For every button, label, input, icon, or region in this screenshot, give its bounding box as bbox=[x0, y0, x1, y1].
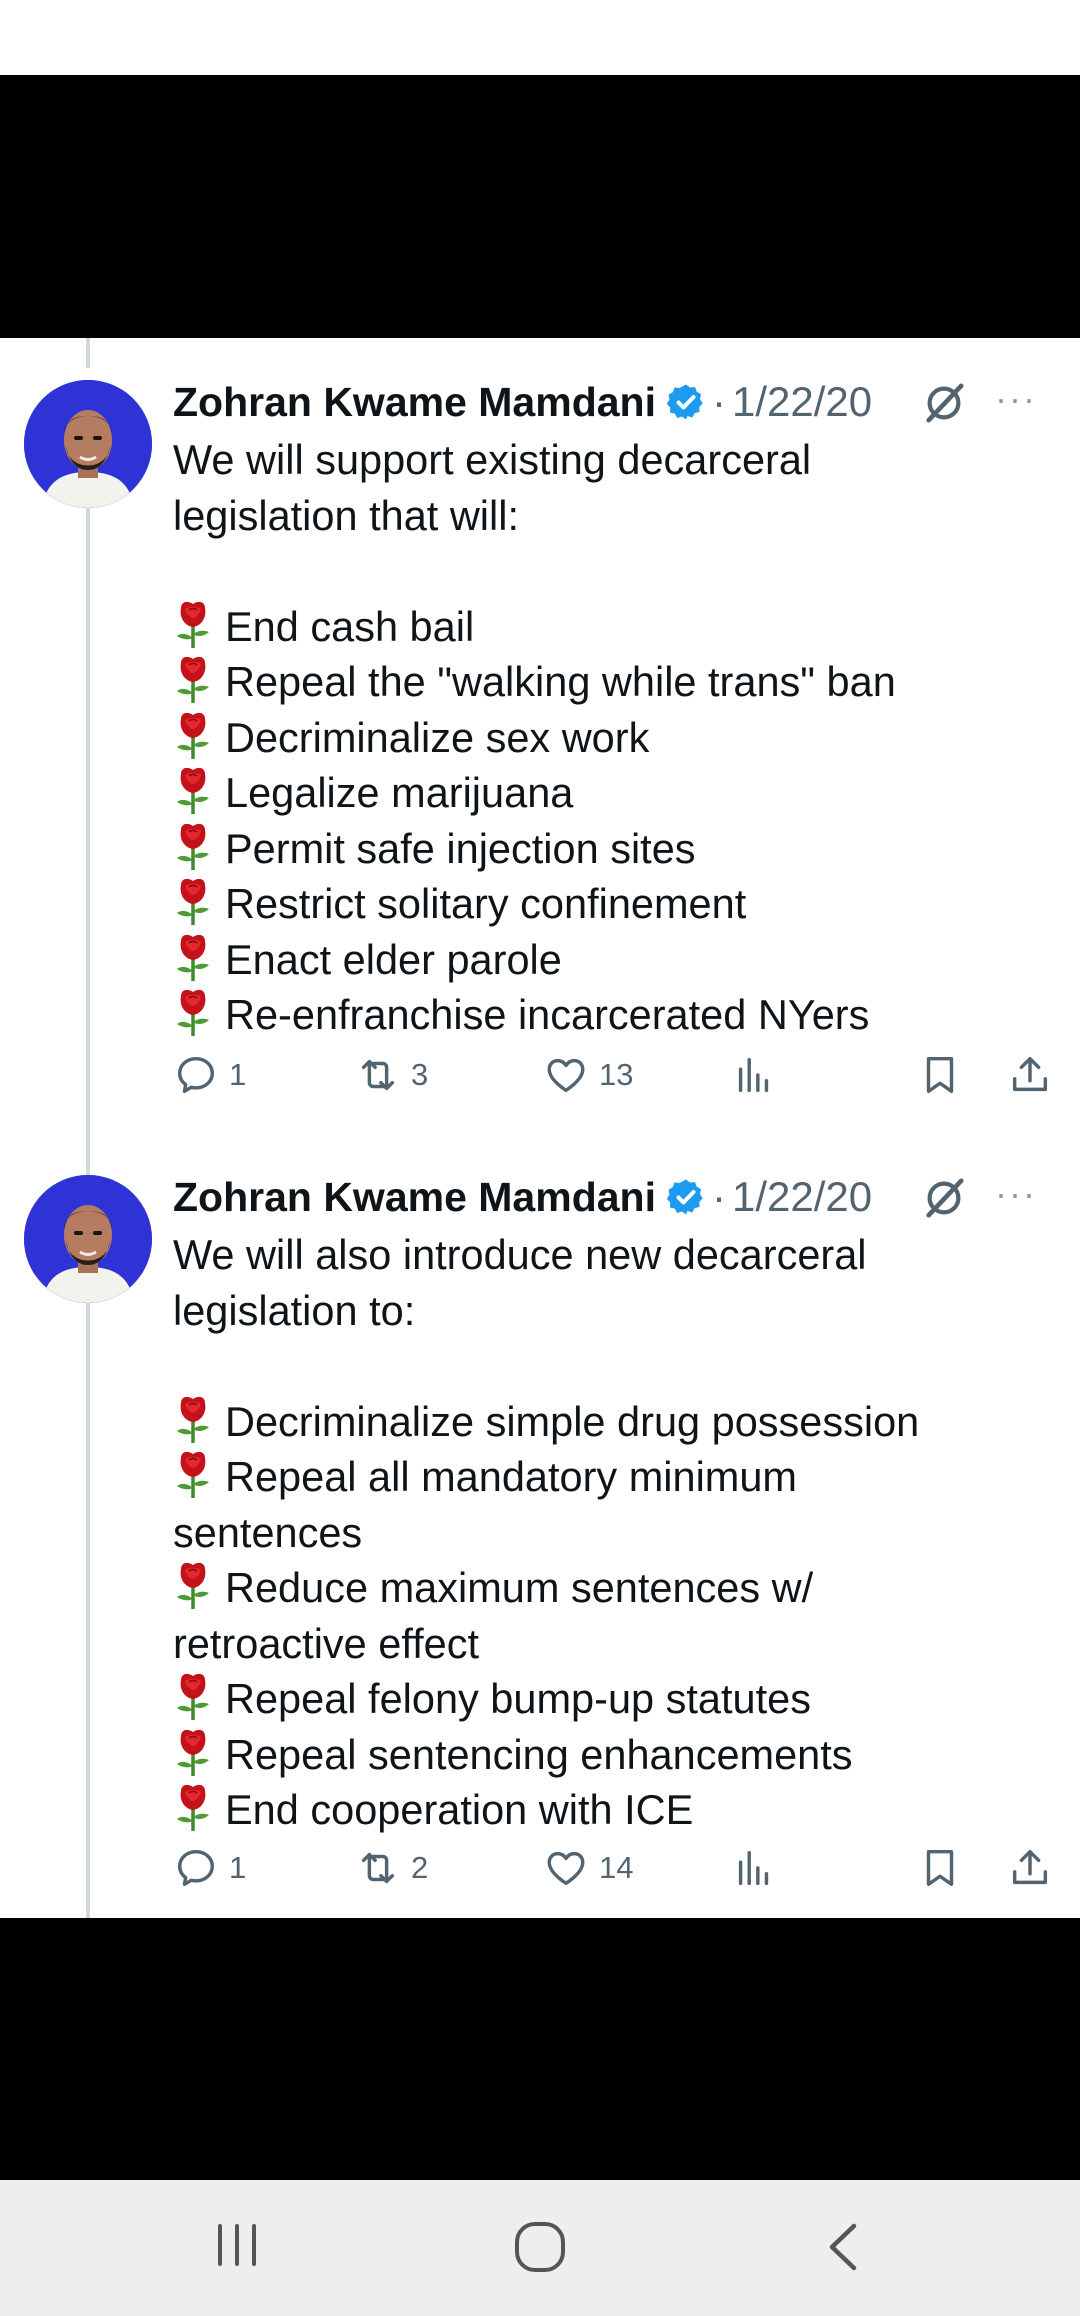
list-item: Repeal sentencing enhancements bbox=[173, 1727, 1053, 1783]
text-line bbox=[173, 1338, 1053, 1394]
reply-button[interactable]: 1 bbox=[173, 1052, 246, 1098]
views-button[interactable] bbox=[731, 1052, 777, 1098]
verified-badge-icon bbox=[666, 1179, 703, 1215]
rose-emoji bbox=[173, 766, 213, 816]
text-line: We will also introduce new decarceral bbox=[173, 1231, 867, 1278]
separator-dot: · bbox=[711, 1173, 726, 1220]
status-bar-area bbox=[0, 0, 1080, 75]
list-item: Repeal all mandatory minimum bbox=[173, 1449, 1053, 1505]
text-line: retroactive effect bbox=[173, 1619, 480, 1667]
author-name[interactable]: Zohran Kwame Mamdani bbox=[173, 379, 656, 426]
share-icon bbox=[1012, 1056, 1048, 1092]
reply-button[interactable]: 1 bbox=[173, 1845, 246, 1891]
black-letterbox-bottom bbox=[0, 1918, 1080, 2180]
recent-apps-icon[interactable] bbox=[212, 2220, 262, 2270]
list-item: End cash bail bbox=[173, 599, 1053, 655]
reply-icon bbox=[177, 1849, 215, 1887]
rose-emoji bbox=[173, 600, 213, 650]
back-icon[interactable] bbox=[822, 2220, 862, 2274]
rose-emoji bbox=[173, 1561, 213, 1611]
author-name[interactable]: Zohran Kwame Mamdani bbox=[173, 1174, 656, 1221]
list-item: Permit safe injection sites bbox=[173, 821, 1053, 877]
verified-badge-icon bbox=[666, 384, 703, 420]
tweet-1[interactable]: Zohran Kwame Mamdani · 1/22/20 ··· We wi… bbox=[0, 338, 1080, 1138]
bookmark-icon bbox=[926, 1056, 954, 1094]
rose-emoji bbox=[173, 1783, 213, 1833]
bookmark-icon bbox=[926, 1849, 954, 1887]
grok-icon[interactable] bbox=[921, 1175, 967, 1221]
tweet-actions: 1 3 13 bbox=[173, 1052, 1053, 1112]
list-item: Restrict solitary confinement bbox=[173, 876, 1053, 932]
reply-icon bbox=[177, 1056, 215, 1094]
share-icon bbox=[1012, 1849, 1048, 1885]
list-item: Repeal the "walking while trans" ban bbox=[173, 654, 1053, 710]
home-icon[interactable] bbox=[513, 2220, 567, 2274]
avatar[interactable] bbox=[24, 1175, 152, 1303]
reply-count: 1 bbox=[229, 1057, 247, 1092]
grok-icon[interactable] bbox=[921, 380, 967, 426]
retweet-button[interactable]: 2 bbox=[355, 1845, 428, 1891]
retweet-count: 2 bbox=[411, 1850, 429, 1885]
rose-emoji bbox=[173, 1450, 213, 1500]
retweet-icon bbox=[361, 1852, 395, 1884]
tweet-date[interactable]: 1/22/20 bbox=[732, 1173, 872, 1221]
share-button[interactable] bbox=[1007, 1052, 1053, 1098]
tweet-header: Zohran Kwame Mamdani · 1/22/20 ··· bbox=[173, 372, 1063, 432]
like-button[interactable]: 14 bbox=[543, 1845, 633, 1891]
reply-count: 1 bbox=[229, 1850, 247, 1885]
thread-content: Zohran Kwame Mamdani · 1/22/20 ··· We wi… bbox=[0, 338, 1080, 1918]
views-icon bbox=[738, 1850, 769, 1886]
more-options-icon[interactable]: ··· bbox=[995, 378, 1037, 420]
views-icon bbox=[738, 1057, 769, 1093]
views-button[interactable] bbox=[731, 1845, 777, 1891]
more-options-icon[interactable]: ··· bbox=[995, 1173, 1037, 1215]
list-item: End cooperation with ICE bbox=[173, 1782, 1053, 1838]
like-count: 14 bbox=[599, 1850, 634, 1885]
text-line bbox=[173, 543, 1053, 599]
separator-dot: · bbox=[711, 378, 726, 425]
list-item: Enact elder parole bbox=[173, 932, 1053, 988]
list-item: Repeal felony bump-up statutes bbox=[173, 1671, 1053, 1727]
bookmark-button[interactable] bbox=[917, 1845, 963, 1891]
list-item: Legalize marijuana bbox=[173, 765, 1053, 821]
tweet-actions: 1 2 14 bbox=[173, 1845, 1053, 1905]
text-line: We will support existing decarceral bbox=[173, 436, 812, 483]
text-line: sentences bbox=[173, 1508, 363, 1556]
retweet-button[interactable]: 3 bbox=[355, 1052, 428, 1098]
black-letterbox-top bbox=[0, 75, 1080, 338]
rose-emoji bbox=[173, 711, 213, 761]
tweet-2[interactable]: Zohran Kwame Mamdani · 1/22/20 ··· We wi… bbox=[0, 1133, 1080, 1918]
like-button[interactable]: 13 bbox=[543, 1052, 633, 1098]
share-button[interactable] bbox=[1007, 1845, 1053, 1891]
list-item: Re-enfranchise incarcerated NYers bbox=[173, 987, 1053, 1043]
text-line: legislation that will: bbox=[173, 491, 520, 539]
rose-emoji bbox=[173, 1672, 213, 1722]
bookmark-button[interactable] bbox=[917, 1052, 963, 1098]
like-count: 13 bbox=[599, 1057, 634, 1092]
list-item: Reduce maximum sentences w/ bbox=[173, 1560, 1053, 1616]
rose-emoji bbox=[173, 655, 213, 705]
rose-emoji bbox=[173, 933, 213, 983]
rose-emoji bbox=[173, 877, 213, 927]
retweet-icon bbox=[361, 1059, 395, 1091]
tweet-text: We will support existing decarceral legi… bbox=[173, 432, 1053, 1043]
rose-emoji bbox=[173, 1395, 213, 1445]
tweet-text: We will also introduce new decarceral le… bbox=[173, 1227, 1053, 1838]
list-item: Decriminalize sex work bbox=[173, 710, 1053, 766]
heart-icon bbox=[547, 1058, 585, 1093]
tweet-header: Zohran Kwame Mamdani · 1/22/20 ··· bbox=[173, 1167, 1063, 1227]
avatar[interactable] bbox=[24, 380, 152, 508]
rose-emoji bbox=[173, 1728, 213, 1778]
retweet-count: 3 bbox=[411, 1057, 429, 1092]
list-item: Decriminalize simple drug possession bbox=[173, 1394, 1053, 1450]
rose-emoji bbox=[173, 988, 213, 1038]
android-navigation-bar bbox=[0, 2180, 1080, 2316]
rose-emoji bbox=[173, 822, 213, 872]
tweet-date[interactable]: 1/22/20 bbox=[732, 378, 872, 426]
heart-icon bbox=[547, 1851, 585, 1886]
text-line: legislation to: bbox=[173, 1286, 416, 1334]
